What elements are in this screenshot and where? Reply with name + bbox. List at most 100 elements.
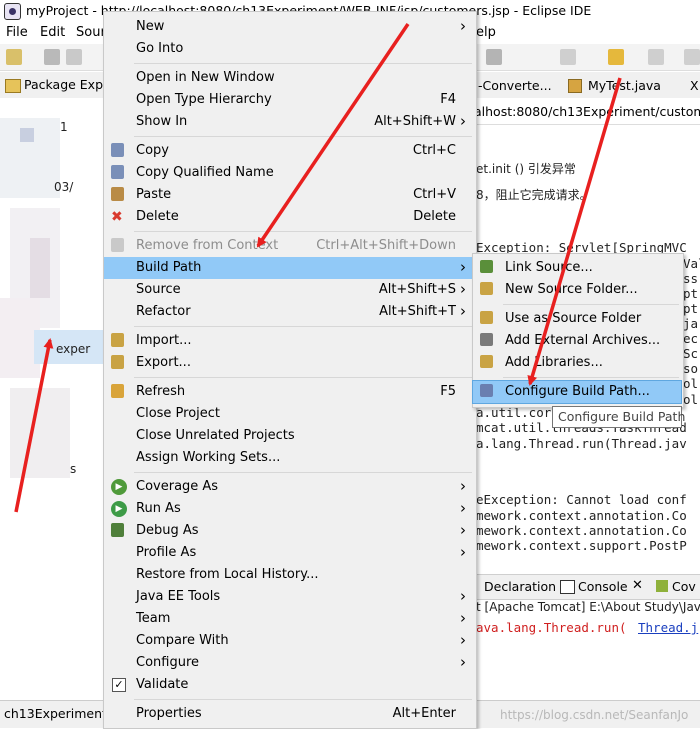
menu-item-label: Copy Qualified Name	[136, 165, 274, 180]
java-file-icon	[568, 79, 582, 93]
menu-item-copy-qualified-name[interactable]: Copy Qualified Name	[104, 162, 474, 184]
menu-file[interactable]: File	[6, 25, 28, 40]
menu-item-copy[interactable]: Copy Ctrl+C	[104, 140, 474, 162]
console-line: a.lang.Thread.run(Thread.jav	[476, 436, 687, 451]
back-arrow-icon[interactable]	[608, 49, 624, 65]
import-icon	[111, 333, 124, 347]
menu-item-new[interactable]: New ›	[104, 16, 474, 38]
menu-item-go-into[interactable]: Go Into	[104, 38, 474, 60]
menu-item-compare-with[interactable]: Compare With ›	[104, 630, 474, 652]
menu-edit[interactable]: Edit	[40, 25, 65, 40]
submenu-item-add-libraries[interactable]: Add Libraries...	[473, 352, 681, 374]
menu-item-label: Copy	[136, 143, 169, 158]
submenu-item-use-as-source-folder[interactable]: Use as Source Folder	[473, 308, 681, 330]
tab-mytest[interactable]: MyTest.java	[588, 78, 661, 93]
menu-item-label: Close Project	[136, 406, 221, 421]
package-explorer-title[interactable]: Package Expl	[24, 77, 107, 92]
coverage-icon	[656, 580, 668, 592]
menu-help[interactable]: elp	[476, 25, 496, 40]
browser-url-bar[interactable]: alhost:8080/ch13Experiment/customDat	[468, 98, 700, 125]
menu-item-source[interactable]: Source Alt+Shift+S ›	[104, 279, 474, 301]
coverage-icon: ▶	[111, 479, 127, 495]
submenu-arrow-icon: ›	[460, 302, 466, 320]
menu-item-import[interactable]: Import...	[104, 330, 474, 352]
blurred-region	[30, 238, 50, 298]
menu-source[interactable]: Sour	[76, 25, 106, 40]
eclipse-app-icon	[4, 3, 21, 20]
menu-item-assign-working-sets[interactable]: Assign Working Sets...	[104, 447, 474, 469]
menu-item-shortcut: Alt+Enter	[392, 706, 456, 721]
menu-item-run-as[interactable]: ▶ Run As ›	[104, 498, 474, 520]
menu-item-remove-from-context: Remove from Context Ctrl+Alt+Shift+Down	[104, 235, 474, 257]
stack-link[interactable]: Thread.j	[638, 620, 698, 635]
menu-item-refactor[interactable]: Refactor Alt+Shift+T ›	[104, 301, 474, 323]
submenu-item-configure-build-path[interactable]: Configure Build Path...	[472, 380, 682, 404]
bottom-panel-tabs: Declaration Console ✕ Cov	[474, 574, 700, 600]
link-source-icon	[480, 260, 493, 273]
save-all-icon[interactable]	[66, 49, 82, 65]
submenu-item-label: Link Source...	[505, 260, 593, 275]
menu-item-profile-as[interactable]: Profile As ›	[104, 542, 474, 564]
menu-separator	[503, 304, 679, 305]
menu-item-open-type-hierarchy[interactable]: Open Type Hierarchy F4	[104, 89, 474, 111]
menu-item-restore-from-local-history[interactable]: Restore from Local History...	[104, 564, 474, 586]
menu-item-delete[interactable]: ✖ Delete Delete	[104, 206, 474, 228]
menu-item-close-project[interactable]: Close Project	[104, 403, 474, 425]
menu-separator	[134, 231, 472, 232]
submenu-item-label: Add Libraries...	[505, 355, 603, 370]
tab-declaration[interactable]: Declaration	[484, 579, 556, 594]
menu-item-open-in-new-window[interactable]: Open in New Window	[104, 67, 474, 89]
tab-coverage[interactable]: Cov	[672, 579, 696, 594]
console-fragment: pt	[683, 286, 699, 301]
submenu-item-label: Use as Source Folder	[505, 311, 642, 326]
tab-overflow[interactable]: X	[690, 78, 699, 93]
submenu-item-link-source[interactable]: Link Source...	[473, 257, 681, 279]
menu-item-label: Restore from Local History...	[136, 567, 319, 582]
menu-item-configure[interactable]: Configure ›	[104, 652, 474, 674]
close-tab-icon[interactable]: ✕	[632, 578, 643, 593]
refresh-icon	[111, 384, 124, 398]
menu-item-label: Show In	[136, 114, 188, 129]
menu-item-refresh[interactable]: Refresh F5	[104, 381, 474, 403]
console-fragment: ol	[683, 376, 699, 391]
menu-item-shortcut: Alt+Shift+T	[379, 304, 456, 319]
console-line: mework.context.annotation.Co	[476, 508, 687, 523]
tab-converter[interactable]: -Converte...	[478, 78, 552, 93]
menu-separator	[134, 63, 472, 64]
console-fragment: Sc	[683, 346, 699, 361]
export-icon	[111, 355, 124, 369]
toolbar-icon[interactable]	[486, 49, 502, 65]
menu-item-coverage-as[interactable]: ▶ Coverage As ›	[104, 476, 474, 498]
tree-item-text: 03/	[54, 180, 74, 194]
new-source-folder-icon	[480, 282, 493, 295]
menu-item-team[interactable]: Team ›	[104, 608, 474, 630]
menu-item-build-path[interactable]: Build Path ›	[104, 257, 474, 279]
menu-item-export[interactable]: Export...	[104, 352, 474, 374]
tab-console[interactable]: Console	[578, 579, 628, 594]
tree-item-project[interactable]: exper	[56, 342, 90, 356]
menu-item-debug-as[interactable]: Debug As ›	[104, 520, 474, 542]
new-icon[interactable]	[6, 49, 22, 65]
back-history-icon[interactable]	[560, 49, 576, 65]
menu-item-properties[interactable]: Properties Alt+Enter	[104, 703, 474, 725]
submenu-arrow-icon: ›	[460, 499, 466, 517]
menu-item-label: Coverage As	[136, 479, 219, 494]
remove-context-icon	[111, 238, 124, 252]
menu-item-label: Open Type Hierarchy	[136, 92, 272, 107]
save-icon[interactable]	[44, 49, 60, 65]
menu-item-validate[interactable]: ✓ Validate	[104, 674, 474, 696]
overflow-icon[interactable]	[684, 49, 700, 65]
menu-item-show-in[interactable]: Show In Alt+Shift+W ›	[104, 111, 474, 133]
submenu-item-add-external-archives[interactable]: Add External Archives...	[473, 330, 681, 352]
menu-item-java-ee-tools[interactable]: Java EE Tools ›	[104, 586, 474, 608]
menu-item-shortcut: Ctrl+V	[413, 187, 456, 202]
menu-item-label: Profile As	[136, 545, 197, 560]
submenu-item-new-source-folder[interactable]: New Source Folder...	[473, 279, 681, 301]
forward-arrow-icon[interactable]	[648, 49, 664, 65]
menu-item-close-unrelated-projects[interactable]: Close Unrelated Projects	[104, 425, 474, 447]
menu-item-paste[interactable]: Paste Ctrl+V	[104, 184, 474, 206]
console-fragment: ja	[683, 316, 699, 331]
menu-separator	[134, 472, 472, 473]
console-line: mework.context.support.PostP	[476, 538, 687, 553]
menu-item-label: Debug As	[136, 523, 199, 538]
